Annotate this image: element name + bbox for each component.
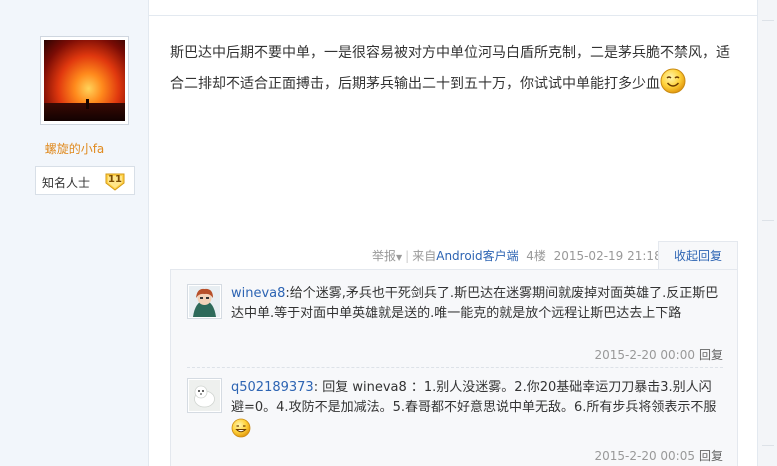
rank-title: 知名人士 <box>42 176 91 190</box>
reply-time: 2015-2-20 00:05 <box>594 449 695 463</box>
android-client-link[interactable]: Android客户端 <box>436 249 518 263</box>
post-body-text: 斯巴达中后期不要中单，一是很容易被对方中单位河马白盾所克制，二是茅兵脆不禁风，适… <box>170 45 730 92</box>
reply-list: wineva8:给个迷雾,矛兵也干死剑兵了.斯巴达在迷雾期间就废掉对面英雄了.反… <box>170 269 738 466</box>
anime-avatar-icon <box>189 286 220 317</box>
smile-emoticon-icon <box>660 68 686 94</box>
post-content: 斯巴达中后期不要中单，一是很容易被对方中单位河马白盾所克制，二是茅兵脆不禁风，适… <box>170 38 742 99</box>
reply-footer: 2015-2-20 00:05 回复 <box>594 447 723 464</box>
report-dropdown-icon[interactable]: ▼ <box>396 253 402 262</box>
white-pet-avatar-icon <box>189 380 220 411</box>
rank-level-number: 11 <box>108 174 122 185</box>
author-username[interactable]: 螺旋的小fa <box>0 140 149 157</box>
reply-item: wineva8:给个迷雾,矛兵也干死剑兵了.斯巴达在迷雾期间就废掉对面英雄了.反… <box>171 270 739 366</box>
reply-footer: 2015-2-20 00:00 回复 <box>594 346 723 363</box>
right-scroll-edge[interactable] <box>757 0 777 466</box>
report-link[interactable]: 举报 <box>372 249 396 263</box>
reply-content: q502189373: 回复 wineva8 ：1.别人没迷雾。2.你20基础幸… <box>231 378 721 442</box>
reply-username[interactable]: wineva8 <box>231 286 285 301</box>
reply-item: q502189373: 回复 wineva8 ：1.别人没迷雾。2.你20基础幸… <box>171 368 739 466</box>
post-time: 2015-02-19 21:18 <box>553 249 662 263</box>
reply-avatar[interactable] <box>187 378 222 413</box>
reply-body: :给个迷雾,矛兵也干死剑兵了.斯巴达在迷雾期间就废掉对面英雄了.反正斯巴达中单.… <box>231 286 719 321</box>
reply-avatar[interactable] <box>187 284 222 319</box>
author-rank: 知名人士 11 <box>35 166 135 195</box>
fold-replies-button[interactable]: 收起回复 <box>658 241 738 270</box>
reply-content: wineva8:给个迷雾,矛兵也干死剑兵了.斯巴达在迷雾期间就废掉对面英雄了.反… <box>231 284 721 324</box>
grin-emoticon-icon <box>231 418 251 438</box>
rank-level-badge-icon: 11 <box>104 170 126 192</box>
reply-button[interactable]: 回复 <box>699 348 723 362</box>
author-avatar[interactable] <box>40 36 129 125</box>
avatar-image <box>44 40 125 121</box>
reply-button[interactable]: 回复 <box>699 449 723 463</box>
post-meta: 举报▼ | 来自Android客户端 4楼 2015-02-19 21:18 <box>372 249 662 263</box>
floor-number: 4楼 <box>526 249 546 263</box>
author-info-panel: 螺旋的小fa 知名人士 11 <box>0 0 149 466</box>
previous-post-bottom-strip <box>149 0 757 16</box>
source-prefix: 来自 <box>412 249 437 263</box>
reply-time: 2015-2-20 00:00 <box>594 348 695 362</box>
reply-username[interactable]: q502189373 <box>231 380 314 395</box>
